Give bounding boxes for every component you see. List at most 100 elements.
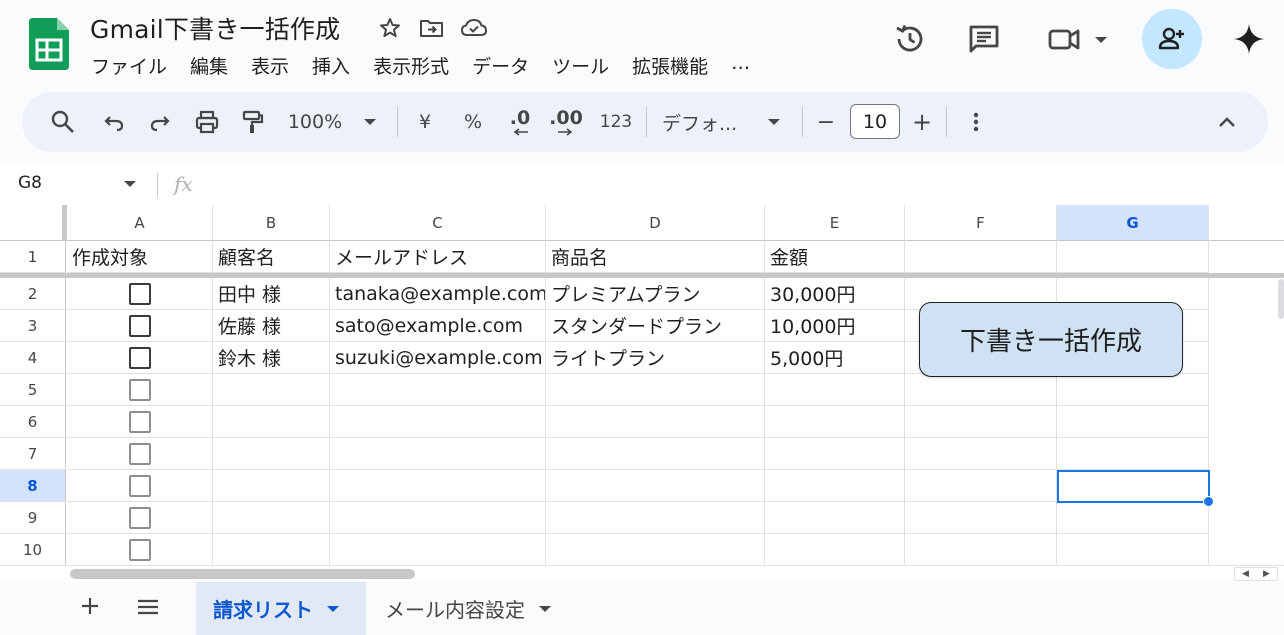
checkbox[interactable] <box>128 314 151 337</box>
cell-c9[interactable] <box>330 502 546 534</box>
cell-a8[interactable] <box>67 470 213 502</box>
checkbox[interactable] <box>128 538 151 561</box>
cell-f9[interactable] <box>905 502 1057 534</box>
collapse-toolbar-icon[interactable] <box>1212 92 1242 152</box>
increase-font-size-button[interactable]: + <box>908 92 936 152</box>
cell-c8[interactable] <box>330 470 546 502</box>
vertical-scrollbar[interactable] <box>1278 279 1284 319</box>
column-header-a[interactable]: A <box>67 205 213 241</box>
menu-format[interactable]: 表示形式 <box>373 52 449 79</box>
row-header-8[interactable]: 8 <box>0 470 66 502</box>
scroll-right-icon[interactable]: ▶ <box>1256 568 1277 580</box>
column-header-g[interactable]: G <box>1057 205 1209 241</box>
menu-extensions[interactable]: 拡張機能 <box>632 52 708 79</box>
row-header-3[interactable]: 3 <box>0 310 66 342</box>
cell-b9[interactable] <box>213 502 330 534</box>
row-header-10[interactable]: 10 <box>0 534 66 565</box>
history-icon[interactable] <box>890 19 930 59</box>
sheet-tab-mail-settings[interactable]: メール内容設定 <box>368 582 568 635</box>
cell-b8[interactable] <box>213 470 330 502</box>
menu-insert[interactable]: 挿入 <box>312 52 350 79</box>
checkbox[interactable] <box>128 346 151 369</box>
menu-tools[interactable]: ツール <box>552 52 609 79</box>
cell-c4[interactable]: suzuki@example.com <box>330 342 546 374</box>
cell-e4[interactable]: 5,000円 <box>765 342 905 374</box>
cell-d8[interactable] <box>546 470 765 502</box>
sheets-logo-icon[interactable] <box>29 18 69 70</box>
cell-c2[interactable]: tanaka@example.com <box>330 278 546 310</box>
cell-b3[interactable]: 佐藤 様 <box>213 310 330 342</box>
increase-decimal-button[interactable]: .00 <box>546 92 586 152</box>
horizontal-scrollbar[interactable]: ◀ ▶ <box>0 565 1284 582</box>
more-options-icon[interactable] <box>962 92 990 152</box>
cell-d6[interactable] <box>546 406 765 438</box>
cell-g5[interactable] <box>1057 374 1209 406</box>
cell-a4[interactable] <box>67 342 213 374</box>
column-header-d[interactable]: D <box>546 205 765 241</box>
row-header-6[interactable]: 6 <box>0 406 66 438</box>
cell-b2[interactable]: 田中 様 <box>213 278 330 310</box>
redo-icon[interactable] <box>142 92 178 152</box>
cell-b7[interactable] <box>213 438 330 470</box>
zoom-value[interactable]: 100% <box>284 92 346 152</box>
cell-d4[interactable]: ライトプラン <box>546 342 765 374</box>
menu-edit[interactable]: 編集 <box>190 52 228 79</box>
checkbox[interactable] <box>128 474 151 497</box>
cell-b10[interactable] <box>213 534 330 565</box>
cell-b1[interactable]: 顧客名 <box>213 241 330 273</box>
search-menus-icon[interactable] <box>38 92 88 152</box>
cell-f5[interactable] <box>905 374 1057 406</box>
font-family-select[interactable]: デフォ... <box>662 92 752 152</box>
cloud-saved-icon[interactable] <box>460 14 488 42</box>
cell-e6[interactable] <box>765 406 905 438</box>
gemini-sparkle-icon[interactable] <box>1229 19 1269 59</box>
column-header-f[interactable]: F <box>905 205 1057 241</box>
cell-g1[interactable] <box>1057 241 1209 273</box>
checkbox[interactable] <box>128 506 151 529</box>
cell-d1[interactable]: 商品名 <box>546 241 765 273</box>
active-cell-g8[interactable] <box>1057 470 1210 503</box>
menu-view[interactable]: 表示 <box>251 52 289 79</box>
row-header-9[interactable]: 9 <box>0 502 66 534</box>
cell-b5[interactable] <box>213 374 330 406</box>
cell-f6[interactable] <box>905 406 1057 438</box>
column-header-b[interactable]: B <box>213 205 330 241</box>
cell-a1[interactable]: 作成対象 <box>67 241 213 273</box>
menu-file[interactable]: ファイル <box>91 52 167 79</box>
comment-icon[interactable] <box>964 19 1004 59</box>
cell-a10[interactable] <box>67 534 213 565</box>
cell-f10[interactable] <box>905 534 1057 565</box>
cell-e7[interactable] <box>765 438 905 470</box>
cell-f8[interactable] <box>905 470 1057 502</box>
cell-c5[interactable] <box>330 374 546 406</box>
star-icon[interactable] <box>376 14 404 42</box>
print-icon[interactable] <box>188 92 226 152</box>
row-header-4[interactable]: 4 <box>0 342 66 374</box>
share-button[interactable] <box>1142 9 1202 69</box>
select-all-corner[interactable] <box>0 205 66 241</box>
cell-g9[interactable] <box>1057 502 1209 534</box>
cell-a9[interactable] <box>67 502 213 534</box>
number-format-button[interactable]: 123 <box>596 92 636 152</box>
all-sheets-menu-icon[interactable] <box>136 597 160 617</box>
scroll-left-icon[interactable]: ◀ <box>1235 568 1256 580</box>
decrease-decimal-button[interactable]: .0 <box>502 92 538 152</box>
cell-b6[interactable] <box>213 406 330 438</box>
row-header-7[interactable]: 7 <box>0 438 66 470</box>
checkbox[interactable] <box>128 442 151 465</box>
checkbox[interactable] <box>128 410 151 433</box>
name-box[interactable]: G8 <box>18 173 42 193</box>
cell-e1[interactable]: 金額 <box>765 241 905 273</box>
cell-a6[interactable] <box>67 406 213 438</box>
row-header-1[interactable]: 1 <box>0 241 66 273</box>
add-sheet-icon[interactable] <box>78 594 102 618</box>
menu-data[interactable]: データ <box>472 52 529 79</box>
cell-g10[interactable] <box>1057 534 1209 565</box>
cell-a2[interactable] <box>67 278 213 310</box>
fill-handle[interactable] <box>1203 496 1214 507</box>
row-header-2[interactable]: 2 <box>0 278 66 310</box>
cell-d5[interactable] <box>546 374 765 406</box>
menu-more[interactable]: … <box>731 52 750 79</box>
cell-g6[interactable] <box>1057 406 1209 438</box>
font-size-input[interactable]: 10 <box>850 104 900 139</box>
